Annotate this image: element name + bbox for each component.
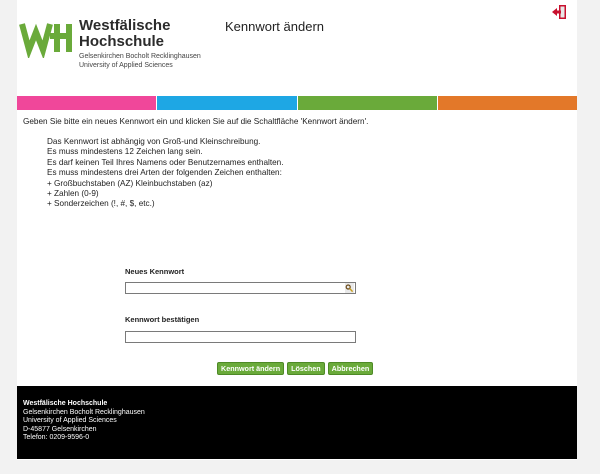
logo-subtitle: Gelsenkirchen Bocholt Recklinghausen Uni… [79,52,201,70]
footer-line: D-45877 Gelsenkirchen [23,425,97,433]
password-rule: + Großbuchstaben (AZ) Kleinbuchstaben (a… [47,178,213,188]
password-rules: Das Kennwort ist abhängig von Groß-und K… [47,137,284,210]
footer-line: Westfälische Hochschule [23,400,108,407]
password-rule: Das Kennwort ist abhängig von Groß-und K… [47,137,261,146]
footer-line: Gelsenkirchen Bocholt Recklinghausen [23,408,145,416]
page-container: Westfälische Hochschule Gelsenkirchen Bo… [17,0,577,460]
footer-line: Telefon: 0209-9596-0 [23,434,90,442]
new-password-field[interactable] [125,282,356,294]
logo-name-line-2: Hochschule [79,33,165,50]
password-rule: + Zahlen (0-9) [47,189,99,199]
color-bar-orange [437,96,577,110]
color-bar-green [297,96,437,110]
logo-subtitle-line-1: Gelsenkirchen Bocholt Recklinghausen [79,53,201,60]
confirm-password-label: Kennwort bestätigen [125,315,200,324]
instructions-intro: Geben Sie bitte ein neues Kennwort ein u… [23,117,369,126]
clear-button[interactable]: Löschen [287,362,325,375]
university-logo-icon [19,23,72,58]
password-rule: Es darf keinen Teil Ihres Namens oder Be… [47,157,284,167]
password-rule: Es muss mindestens 12 Zeichen lang sein. [47,147,203,157]
form-buttons: Kennwort ändern Löschen Abbrechen [217,362,374,375]
cancel-button[interactable]: Abbrechen [327,362,374,375]
password-rule: Es muss mindestens drei Arten der folgen… [47,168,282,178]
change-password-button[interactable]: Kennwort ändern [217,362,285,375]
footer-address: Westfälische Hochschule Gelsenkirchen Bo… [23,400,145,443]
color-bar-pink [17,96,157,110]
password-rule: + Sonderzeichen (!, #, $, etc.) [47,199,155,209]
logo-subtitle-line-2: University of Applied Sciences [79,62,173,69]
password-manager-key-icon[interactable] [345,283,354,293]
confirm-password-field[interactable] [125,331,356,343]
new-password-label: Neues Kennwort [125,267,185,276]
page-title: Kennwort ändern [225,19,325,34]
color-bars [17,96,577,110]
logout-icon[interactable] [551,4,567,20]
color-bar-blue [157,96,297,110]
logo-text: Westfälische Hochschule Gelsenkirchen Bo… [79,18,201,70]
footer: Westfälische Hochschule Gelsenkirchen Bo… [17,386,577,459]
footer-line: University of Applied Sciences [23,417,117,425]
logo-name-line-1: Westfälische [79,17,171,34]
